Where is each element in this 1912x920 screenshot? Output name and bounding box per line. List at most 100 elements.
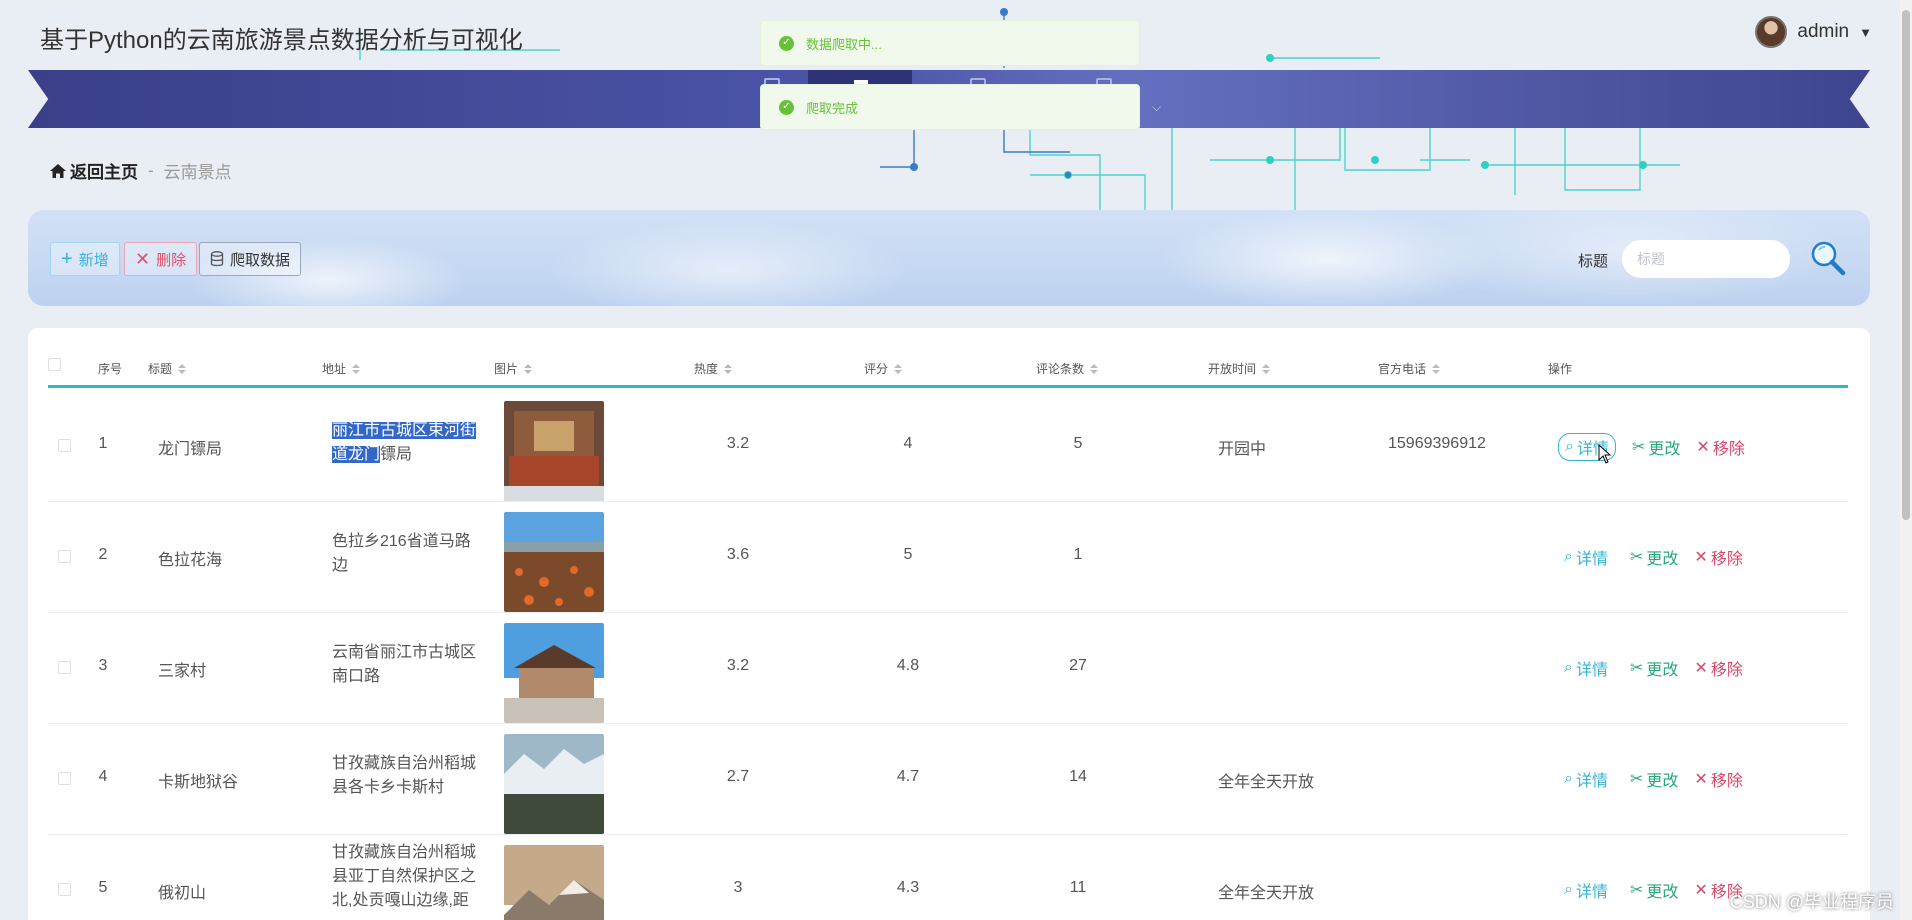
toast-done: ✓ 爬取完成 <box>760 84 1140 130</box>
row-checkbox[interactable] <box>58 772 71 790</box>
breadcrumb-separator: - <box>148 160 154 180</box>
row-hot: 3.2 <box>726 657 750 674</box>
row-image[interactable] <box>504 512 604 612</box>
row-title: 色拉花海 <box>158 552 223 569</box>
row-index: 4 <box>98 768 108 785</box>
row-score: 4.7 <box>896 768 920 785</box>
sort-icon <box>524 363 533 374</box>
add-button[interactable]: + 新增 <box>50 242 120 276</box>
row-checkbox[interactable] <box>58 661 71 679</box>
user-name[interactable]: admin <box>1797 21 1849 43</box>
row-address: 甘孜藏族自治州稻城县亚丁自然保护区之北,处贡嘎山边缘,距 <box>332 844 477 909</box>
detail-button[interactable]: ⌕ 详情 <box>1558 544 1614 570</box>
col-phone[interactable]: 官方电话 <box>1378 360 1441 377</box>
sort-icon <box>894 363 903 374</box>
row-image[interactable] <box>504 401 604 501</box>
close-icon: ✕ <box>1694 660 1708 677</box>
row-hot: 3.6 <box>726 546 750 563</box>
select-all-checkbox[interactable] <box>48 358 61 371</box>
edit-icon: ✂ <box>1629 882 1644 899</box>
row-image[interactable] <box>504 623 604 723</box>
sort-icon <box>352 363 361 374</box>
database-icon <box>210 251 224 267</box>
remove-button[interactable]: ✕ 移除 <box>1694 545 1742 569</box>
edit-button[interactable]: ✂ 更改 <box>1630 656 1678 680</box>
row-score: 5 <box>903 546 913 563</box>
close-icon: ✕ <box>1694 771 1708 788</box>
row-phone: 15969396912 <box>1388 435 1486 452</box>
success-icon: ✓ <box>779 99 794 115</box>
crawl-button[interactable]: 爬取数据 <box>199 242 302 276</box>
row-index: 3 <box>98 657 108 674</box>
edit-icon: ✂ <box>1629 771 1644 788</box>
sort-icon <box>178 363 187 374</box>
detail-icon: ⌕ <box>1564 770 1573 787</box>
breadcrumb-home-link[interactable]: 返回主页 <box>70 158 138 183</box>
row-checkbox[interactable] <box>58 439 71 457</box>
col-index: 序号 <box>98 362 123 376</box>
table-row: 3 三家村 云南省丽江市古城区南口路 3.2 4.8 27 ⌕ 详情 ✂ 更改 ✕ 移… <box>48 613 1848 724</box>
avatar[interactable] <box>1755 16 1788 48</box>
search-icon[interactable] <box>1808 238 1848 278</box>
col-actions: 操作 <box>1548 362 1573 376</box>
row-open-time: 全年全天开放 <box>1218 774 1315 791</box>
close-icon: ✕ <box>1694 549 1708 566</box>
row-hot: 3.2 <box>726 435 750 452</box>
row-title: 卡斯地狱谷 <box>158 774 239 791</box>
remove-button[interactable]: ✕ 移除 <box>1696 435 1744 459</box>
row-image[interactable] <box>504 734 604 834</box>
remove-button[interactable]: ✕ 移除 <box>1694 767 1742 791</box>
edit-button[interactable]: ✂ 更改 <box>1630 545 1678 569</box>
table-row: 2 色拉花海 色拉乡216省道马路边 3.6 5 1 ⌕ 详情 ✂ 更改 ✕ 移除 <box>48 502 1848 613</box>
watermark: CSDN @毕业程序员 <box>1729 892 1894 912</box>
caret-down-icon[interactable]: ▼ <box>1859 25 1872 40</box>
toolbar: + 新增 ✕ 删除 爬取数据 标题 <box>28 210 1870 306</box>
search-input[interactable] <box>1622 240 1790 278</box>
sort-icon <box>1432 363 1441 374</box>
user-menu[interactable]: admin ▼ <box>1755 16 1872 48</box>
col-open-time[interactable]: 开放时间 <box>1208 360 1271 377</box>
row-image[interactable] <box>504 845 604 920</box>
row-actions: ⌕ 详情 ✂ 更改 ✕ 移除 <box>1558 766 1743 792</box>
row-title: 龙门镖局 <box>158 441 223 458</box>
col-comments[interactable]: 评论条数 <box>1036 360 1099 377</box>
row-address: 甘孜藏族自治州稻城县各卡乡卡斯村 <box>332 755 477 796</box>
row-index: 1 <box>98 435 108 452</box>
add-button-label: 新增 <box>78 251 109 269</box>
row-score: 4.8 <box>896 657 920 674</box>
row-comments: 1 <box>1073 546 1083 563</box>
table-row: 1 龙门镖局 丽江市古城区束河街道龙门镖局 3.2 4 5 开园中 159693… <box>48 391 1848 502</box>
close-icon: ✕ <box>135 249 151 269</box>
row-index: 5 <box>98 879 108 896</box>
row-open-time: 开园中 <box>1218 441 1267 458</box>
scrollbar-thumb[interactable] <box>1902 10 1910 520</box>
col-address[interactable]: 地址 <box>322 360 361 377</box>
col-title[interactable]: 标题 <box>148 360 187 377</box>
col-image[interactable]: 图片 <box>494 360 533 377</box>
edit-button[interactable]: ✂ 更改 <box>1630 878 1678 902</box>
edit-button[interactable]: ✂ 更改 <box>1630 767 1678 791</box>
scrollbar[interactable] <box>1900 0 1912 920</box>
close-icon: ✕ <box>1694 882 1708 899</box>
detail-button[interactable]: ⌕ 详情 <box>1558 655 1614 681</box>
delete-button[interactable]: ✕ 删除 <box>124 242 198 276</box>
mouse-cursor-icon <box>1598 444 1612 464</box>
sort-icon <box>1262 363 1271 374</box>
row-address: 丽江市古城区束河街道龙门镖局 <box>332 422 477 463</box>
row-checkbox[interactable] <box>58 883 71 901</box>
row-checkbox[interactable] <box>58 550 71 568</box>
detail-button[interactable]: ⌕ 详情 <box>1558 766 1614 792</box>
row-comments: 11 <box>1069 879 1087 896</box>
col-score[interactable]: 评分 <box>864 360 903 377</box>
edit-button[interactable]: ✂ 更改 <box>1632 435 1680 459</box>
row-actions: ⌕ 详情 ✂ 更改 ✕ 移除 <box>1558 433 1745 461</box>
app-title: 基于Python的云南旅游景点数据分析与可视化 <box>40 27 523 54</box>
edit-icon: ✂ <box>1631 439 1646 456</box>
chevron-down-icon[interactable]: ⌵ <box>1152 100 1161 115</box>
col-hot[interactable]: 热度 <box>694 360 733 377</box>
success-icon: ✓ <box>779 35 794 51</box>
detail-icon: ⌕ <box>1565 438 1574 455</box>
remove-button[interactable]: ✕ 移除 <box>1694 656 1742 680</box>
detail-button[interactable]: ⌕ 详情 <box>1558 877 1614 903</box>
detail-icon: ⌕ <box>1564 548 1573 565</box>
